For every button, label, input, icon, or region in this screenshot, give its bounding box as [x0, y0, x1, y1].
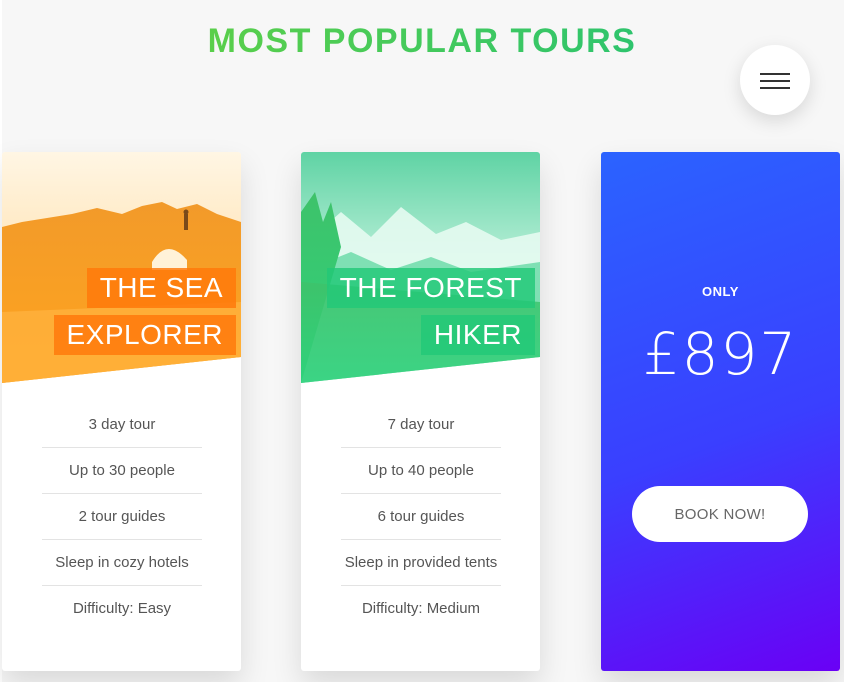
price-card: ONLY £897 BOOK NOW!: [601, 152, 840, 671]
card-heading-line2: HIKER: [420, 315, 535, 355]
card-heading-line2: EXPLORER: [53, 315, 236, 355]
list-item: Difficulty: Easy: [72, 600, 172, 617]
card-heading-line1: THE FOREST: [326, 268, 535, 308]
list-item: Up to 30 people: [42, 448, 202, 494]
list-item: Sleep in cozy hotels: [42, 540, 202, 586]
tour-card-sea-explorer: THE SEA EXPLORER 3 day tour Up to 30 peo…: [2, 152, 241, 671]
list-item: 6 tour guides: [341, 494, 501, 540]
hamburger-menu-icon: [760, 72, 790, 89]
book-now-button[interactable]: BOOK NOW!: [632, 486, 808, 542]
card-heading-line1: THE SEA: [86, 268, 236, 308]
list-item: 7 day tour: [341, 402, 501, 448]
list-item: 2 tour guides: [42, 494, 202, 540]
tour-details-list: 3 day tour Up to 30 people 2 tour guides…: [42, 402, 202, 631]
only-label: ONLY: [702, 284, 739, 299]
price-value: £897: [642, 320, 799, 388]
list-item: 3 day tour: [42, 402, 202, 448]
list-item: Difficulty: Medium: [361, 600, 481, 617]
tour-card-forest-hiker: THE FOREST HIKER 7 day tour Up to 40 peo…: [301, 152, 540, 671]
list-item: Sleep in provided tents: [341, 540, 501, 586]
tour-details-list: 7 day tour Up to 40 people 6 tour guides…: [341, 402, 501, 631]
page-title: MOST POPULAR TOURS: [0, 22, 844, 61]
list-item: Up to 40 people: [341, 448, 501, 494]
menu-button[interactable]: [740, 45, 810, 115]
